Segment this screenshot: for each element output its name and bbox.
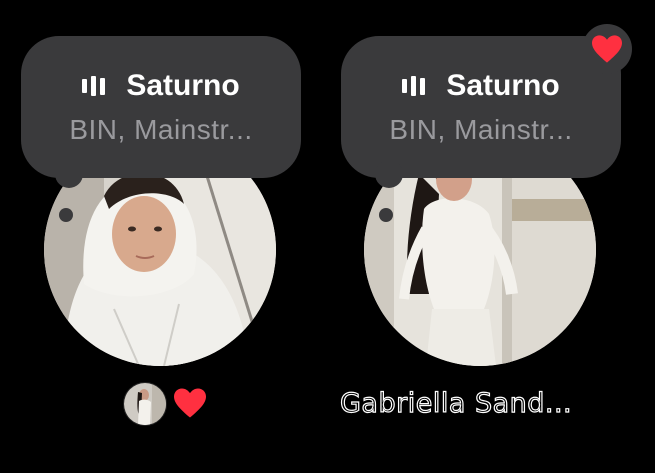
song-artist: BIN, Mainstr... [389,114,573,145]
liker-avatar[interactable] [123,382,167,426]
bubble-tail [55,160,83,188]
heart-icon[interactable] [172,387,208,419]
song-title: Saturno [126,69,240,102]
bubble-tail-dot [59,208,73,222]
song-artist: BIN, Mainstr... [69,114,253,145]
right-user-name[interactable]: Gabriella Sand... [339,387,630,420]
music-bars-icon [82,76,108,96]
song-title-row: Saturno [341,69,621,103]
song-title-row: Saturno [21,69,301,103]
heart-icon [592,35,622,63]
note-bubble-left[interactable]: Saturno BIN, Mainstr... [21,36,301,222]
bubble-tail-dot [379,208,393,222]
bubble-tail [375,160,403,188]
note-bubble-right[interactable]: Saturno BIN, Mainstr... [341,36,621,222]
liker-avatar-photo [124,383,166,425]
song-title: Saturno [446,69,560,102]
note-like-badge[interactable] [582,24,632,74]
music-bars-icon [402,76,428,96]
